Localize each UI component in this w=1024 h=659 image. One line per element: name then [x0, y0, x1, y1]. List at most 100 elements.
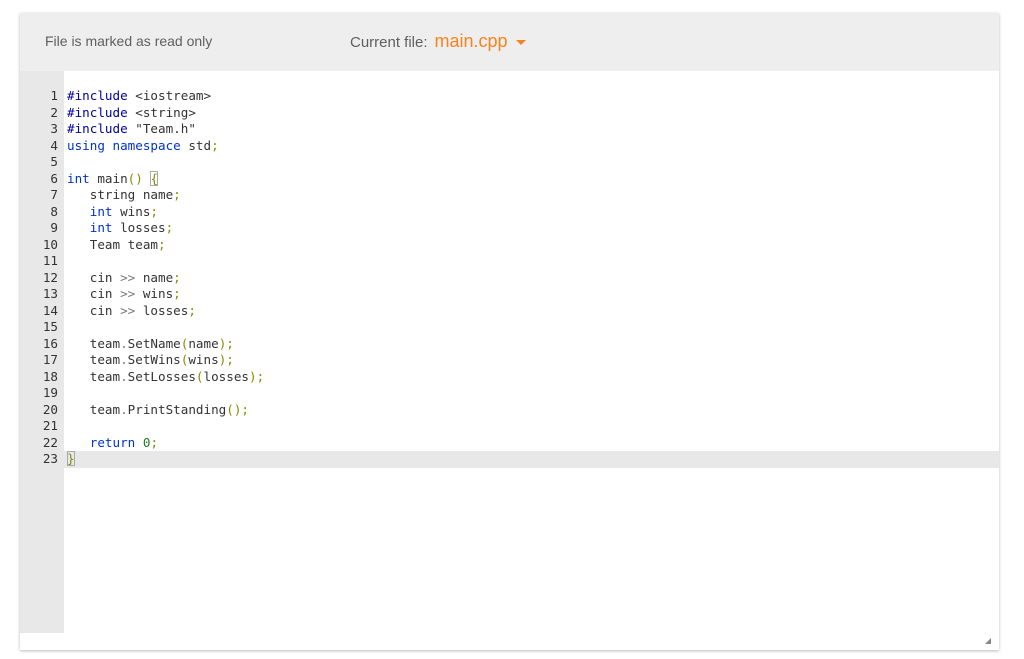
- code-token: name: [188, 335, 219, 351]
- code-line[interactable]: 14 cin >> losses;: [20, 303, 999, 320]
- code-token: team: [67, 352, 121, 367]
- current-file-label: Current file:: [350, 34, 428, 51]
- code-text: return 0;: [67, 435, 158, 452]
- code-token: cin: [67, 286, 121, 301]
- code-token: wins: [188, 352, 219, 367]
- code-line[interactable]: 11: [20, 253, 999, 270]
- code-viewer-panel: File is marked as read only Current file…: [20, 13, 999, 650]
- code-token: int: [89, 203, 113, 219]
- chevron-down-icon[interactable]: [515, 40, 526, 45]
- code-line[interactable]: 13 cin >> wins;: [20, 286, 999, 303]
- code-line[interactable]: 6 int main() {: [20, 170, 999, 188]
- code-text: string name;: [67, 187, 181, 204]
- code-token: using: [67, 137, 105, 153]
- code-token: ;: [173, 286, 181, 301]
- code-token: }: [67, 451, 75, 466]
- code-line[interactable]: 16 team.SetName(name);: [20, 336, 999, 353]
- code-line[interactable]: 18 team.SetLosses(losses);: [20, 369, 999, 386]
- code-token: #include: [67, 104, 128, 120]
- code-token: <string>: [135, 104, 196, 120]
- code-text: team.PrintStanding();: [67, 402, 249, 419]
- code-token: team: [67, 335, 121, 351]
- code-line[interactable]: 12 cin >> name;: [20, 270, 999, 287]
- code-editor[interactable]: 1 #include <iostream> 2 #include <string> 3 #…: [20, 71, 999, 633]
- code-line[interactable]: 23}: [20, 451, 999, 468]
- code-line[interactable]: 21: [20, 418, 999, 435]
- line-number: 2: [50, 104, 58, 120]
- current-file-dropdown[interactable]: Current file: main.cpp: [350, 31, 526, 52]
- code-text: #include <iostream>: [67, 88, 211, 105]
- code-token: >>: [120, 269, 136, 285]
- code-text: cin >> name;: [67, 270, 181, 287]
- line-number: 6: [50, 170, 58, 186]
- code-token: int: [89, 220, 113, 235]
- code-line[interactable]: 3 #include "Team.h": [20, 121, 999, 138]
- code-token: cin: [67, 269, 121, 285]
- code-token: SetWins: [127, 352, 181, 367]
- code-line[interactable]: 2 #include <string>: [20, 105, 999, 122]
- code-line[interactable]: 17 team.SetWins(wins);: [20, 352, 999, 369]
- line-number: 11: [42, 253, 58, 268]
- resize-handle-icon[interactable]: [985, 638, 991, 644]
- code-text: team.SetLosses(losses);: [67, 369, 264, 386]
- code-token: ;: [158, 236, 166, 252]
- line-number: 20: [42, 401, 58, 417]
- code-text: Team team;: [67, 237, 166, 254]
- code-token: PrintStanding: [127, 401, 227, 417]
- code-token: "Team.h": [135, 121, 196, 136]
- code-line[interactable]: 19: [20, 385, 999, 402]
- code-token: >>: [120, 286, 136, 301]
- code-token: );: [218, 335, 234, 351]
- code-text: int losses;: [67, 220, 173, 237]
- code-token: namespace: [112, 137, 181, 153]
- code-token: ;: [173, 269, 181, 285]
- code-line[interactable]: 8 int wins;: [20, 204, 999, 221]
- code-text: int wins;: [67, 204, 158, 221]
- line-number: 16: [42, 335, 58, 351]
- current-file-name[interactable]: main.cpp: [435, 31, 508, 52]
- code-line[interactable]: 1 #include <iostream>: [20, 88, 999, 105]
- line-number: 23: [42, 451, 58, 466]
- line-number: 12: [42, 269, 58, 285]
- code-text: team.SetName(name);: [67, 336, 234, 353]
- code-line[interactable]: 22 return 0;: [20, 435, 999, 452]
- code-token: .: [120, 335, 128, 351]
- code-token: cin: [67, 302, 121, 318]
- code-token: .: [120, 401, 128, 417]
- file-toolbar: File is marked as read only Current file…: [20, 13, 999, 71]
- code-text: #include <string>: [67, 105, 196, 122]
- code-token: .: [120, 352, 128, 367]
- code-line[interactable]: 5: [20, 154, 999, 171]
- code-token: );: [218, 352, 234, 367]
- code-token: team: [67, 401, 121, 417]
- line-number: 15: [42, 319, 58, 334]
- code-line[interactable]: 10 Team team;: [20, 237, 999, 254]
- line-number: 3: [50, 121, 58, 136]
- code-line[interactable]: 20 team.PrintStanding();: [20, 402, 999, 419]
- code-line[interactable]: 9 int losses;: [20, 220, 999, 237]
- code-line[interactable]: 4 using namespace std;: [20, 138, 999, 155]
- line-number: 4: [50, 137, 58, 153]
- code-token: int: [67, 170, 90, 186]
- code-line[interactable]: 15: [20, 319, 999, 336]
- line-number: 7: [50, 187, 58, 202]
- line-number: 21: [42, 418, 58, 433]
- line-number: 19: [42, 385, 58, 400]
- line-number: 1: [50, 88, 58, 103]
- code-token: main: [89, 170, 128, 186]
- code-token: >>: [120, 302, 136, 318]
- code-line[interactable]: 7 string name;: [20, 187, 999, 204]
- code-lines[interactable]: 1 #include <iostream> 2 #include <string> 3 #…: [20, 88, 999, 468]
- code-token: std: [180, 137, 212, 153]
- code-text: using namespace std;: [67, 138, 219, 155]
- code-token: ;: [211, 137, 219, 153]
- line-number: 5: [50, 154, 58, 169]
- code-text: int main() {: [67, 170, 159, 188]
- code-token: losses: [112, 220, 166, 235]
- code-token: ;: [173, 187, 181, 202]
